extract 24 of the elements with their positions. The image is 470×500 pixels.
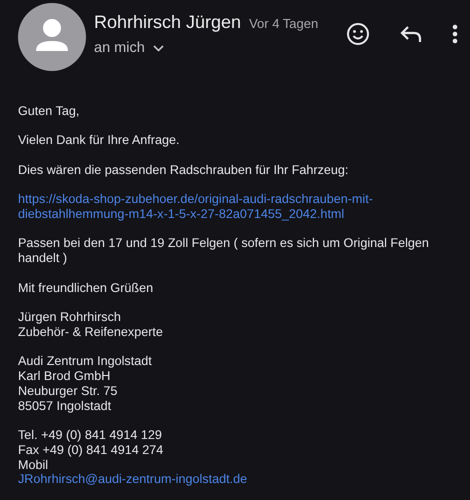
link[interactable]: JRohrhirsch@audi-zentrum-ingolstadt.de <box>18 472 452 488</box>
body-text: Passen bei den 17 und 19 Zoll Felgen ( sofern es sich um Original Felgen handelt ) <box>18 236 429 266</box>
time-label: Vor 4 Tagen <box>249 15 318 33</box>
body-text: Guten Tag, <box>18 104 80 118</box>
avatar-icon <box>18 3 86 71</box>
body-text: Dies wären die passenden Radschrauben für Ihr Fahrzeug: <box>18 162 348 177</box>
sender-name: Rohrhirsch Jürgen <box>94 11 242 34</box>
link[interactable]: https://skoda-shop-zubehoer.de/original-audi-radschrauben-mit-diebstahlhemmung-m14-x-1-5-x-27-82a071455_2042.html <box>18 192 452 222</box>
body-text: Karl Brod GmbH <box>18 368 110 383</box>
body-text: 85057 Ingolstadt <box>18 398 112 413</box>
recipient-dropdown[interactable]: an mich <box>94 40 164 58</box>
body-text: Audi Zentrum Ingolstadt <box>18 354 152 368</box>
body-text: Mobil <box>18 458 48 472</box>
body-text: Neuburger Str. 75 <box>18 384 118 398</box>
body-text: Fax +49 (0) 841 4914 274 <box>18 442 164 457</box>
body-text: Vielen Dank für Ihre Anfrage. <box>18 133 180 148</box>
more-button[interactable] <box>452 24 458 44</box>
body-text: Zubehör- & Reifenexperte <box>18 324 163 339</box>
body-text: Mit freundlichen Grüßen <box>18 280 154 295</box>
body-text: Jürgen Rohrhirsch <box>18 310 121 324</box>
body-text: Tel. +49 (0) 841 4914 129 <box>18 428 162 442</box>
emoji-button[interactable] <box>346 22 370 46</box>
chevron-icon <box>152 45 164 52</box>
reply-button[interactable] <box>400 25 422 43</box>
